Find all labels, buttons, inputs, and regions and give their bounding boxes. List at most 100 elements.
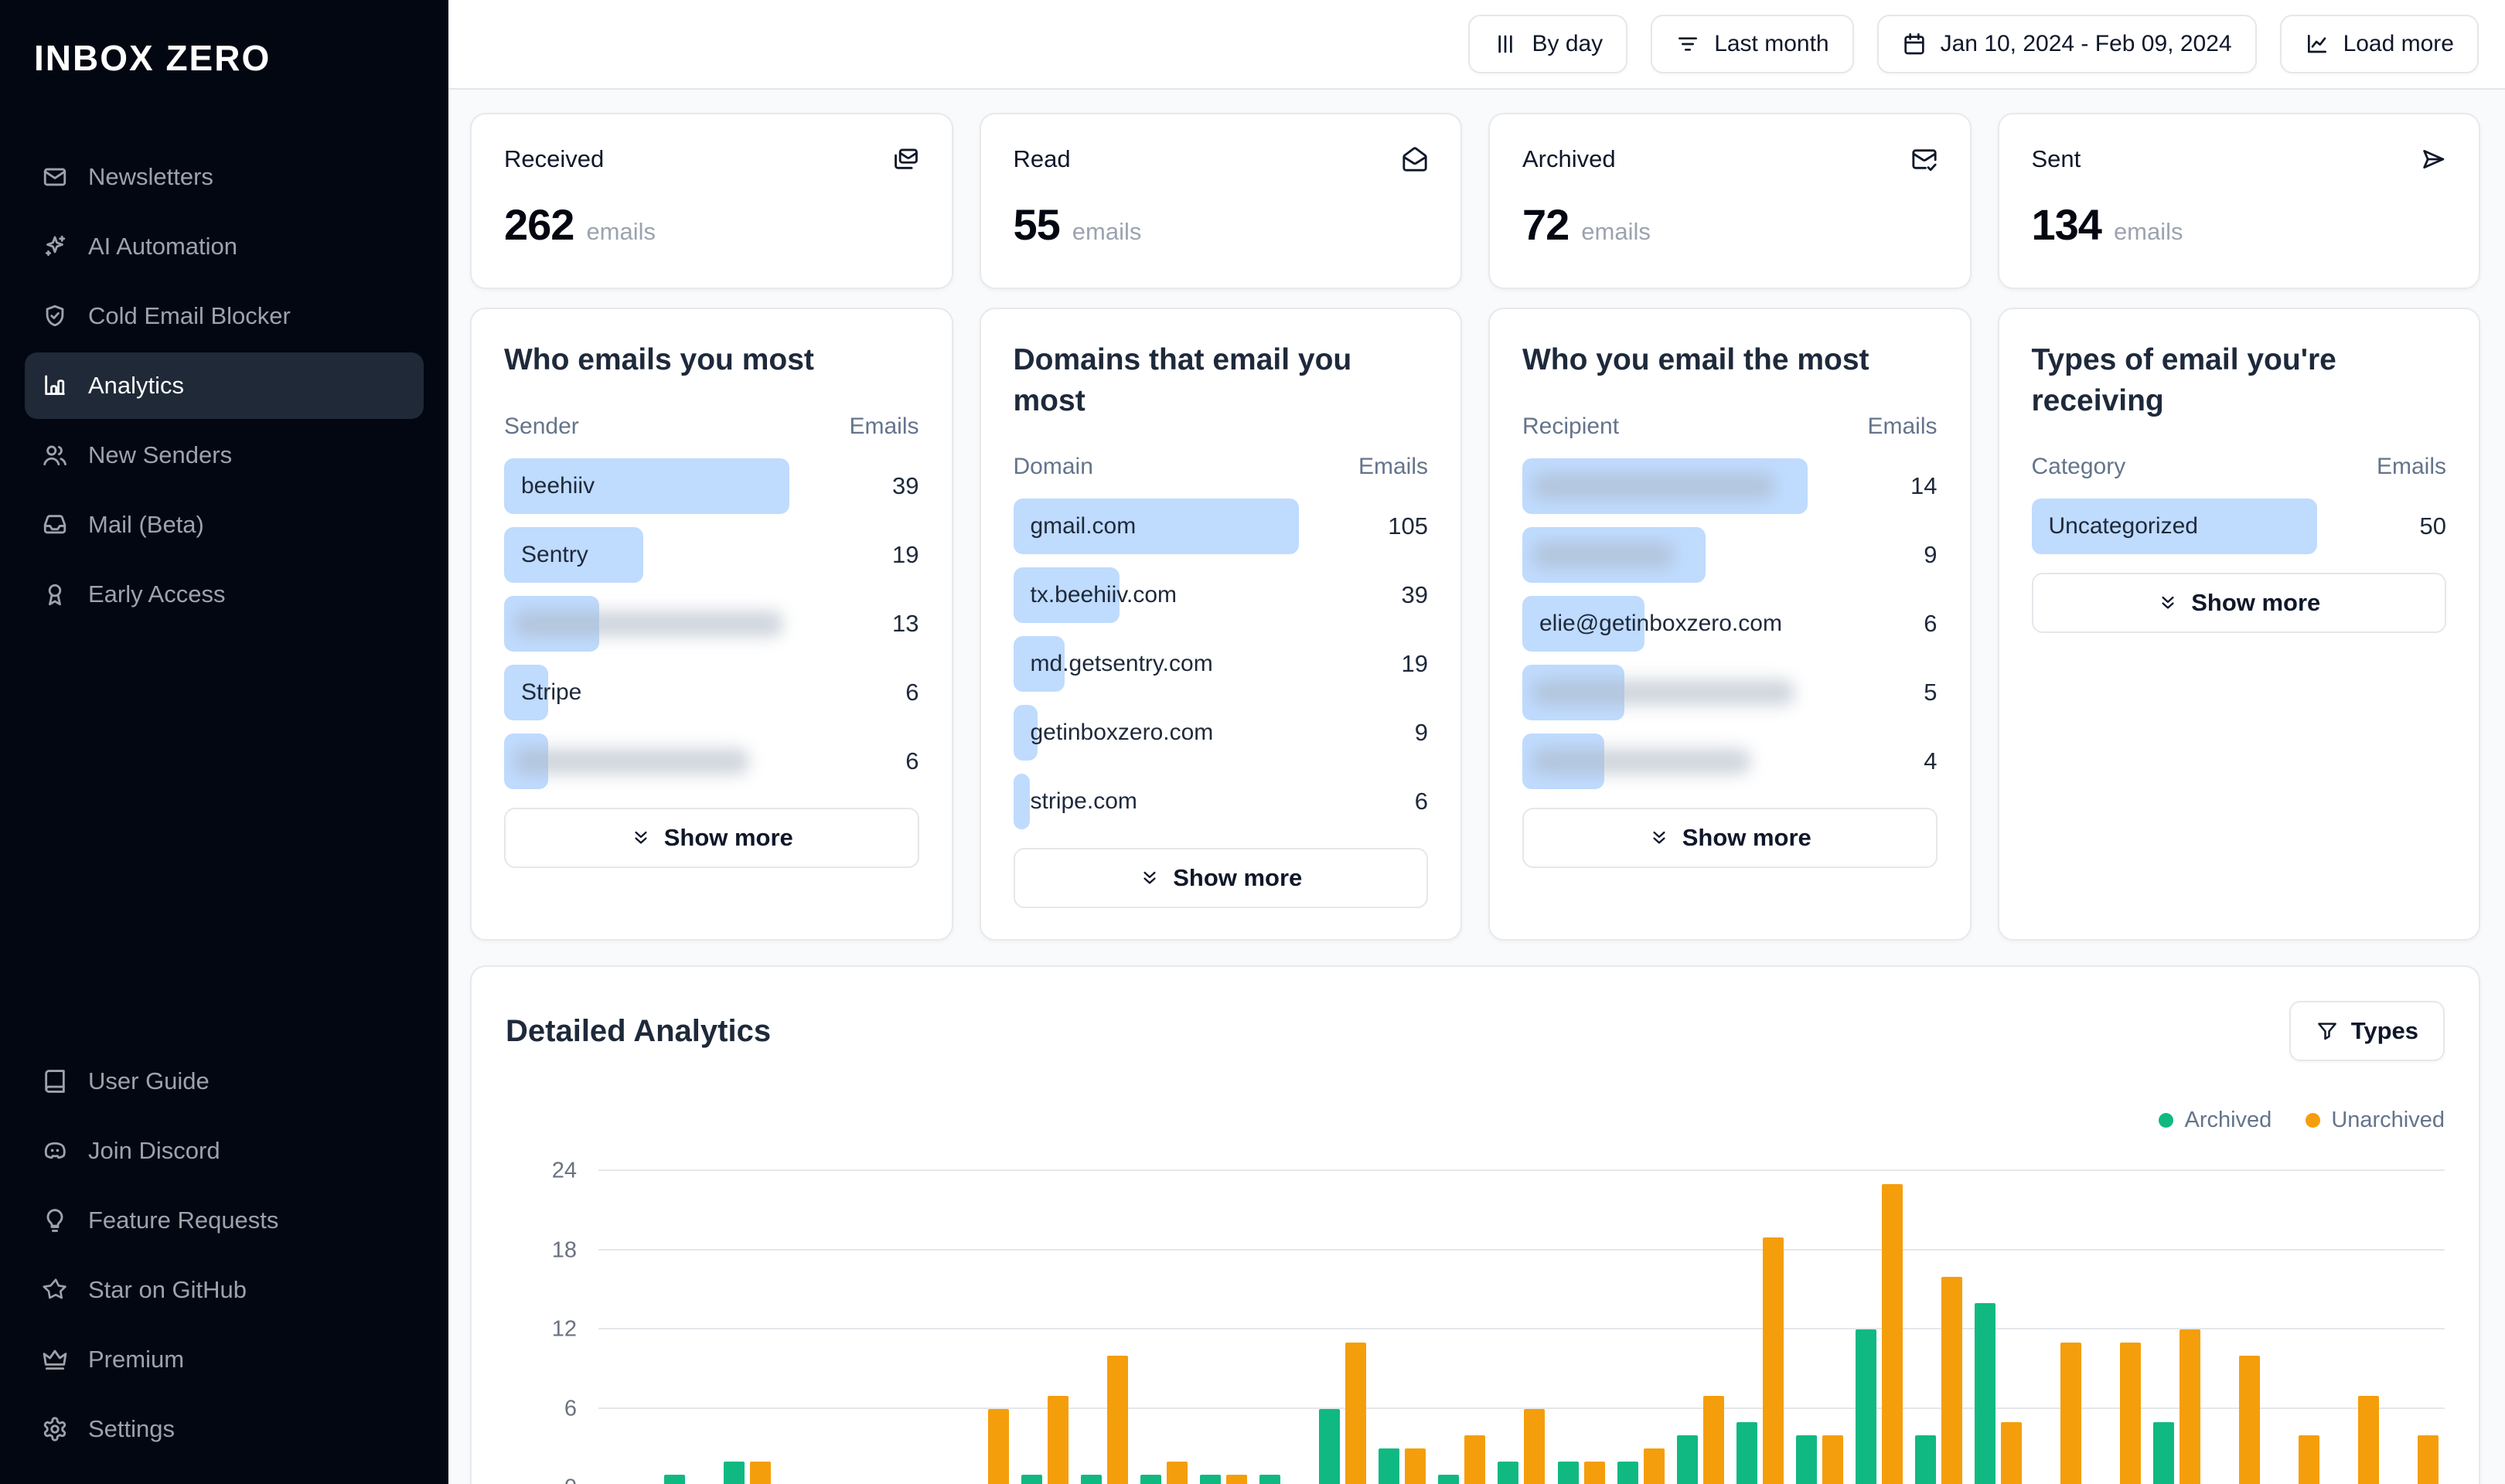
- sidebar-item-label: Analytics: [88, 372, 185, 399]
- chevrons-down-icon: [1653, 831, 1665, 844]
- sidebar-nav: Newsletters AI Automation Cold Email Block…: [25, 144, 424, 628]
- bar-archived: [1081, 1475, 1103, 1484]
- day-slot: [1194, 1171, 1253, 1484]
- y-axis-tick: 0: [564, 1475, 577, 1484]
- sidebar-item-analytics[interactable]: Analytics: [25, 352, 424, 419]
- row-value: 9: [1924, 540, 1938, 568]
- bar-archived: [1498, 1462, 1519, 1484]
- row-value: 5: [1924, 678, 1938, 706]
- day-slot: [896, 1171, 956, 1484]
- calendar-icon: [1903, 33, 1924, 55]
- sidebar-item-early-access[interactable]: Early Access: [25, 561, 424, 628]
- sidebar-footer-nav: User Guide Join Discord Feature Requests St…: [25, 1048, 424, 1462]
- sidebar-item-newsletters[interactable]: Newsletters: [25, 144, 424, 210]
- bar-unarchived: [1345, 1343, 1367, 1484]
- row-bar-track: Uncategorized: [2031, 499, 2368, 555]
- row-value: 6: [905, 747, 919, 774]
- legend-item-unarchived[interactable]: Unarchived: [2306, 1106, 2445, 1134]
- stat-card-header: Sent: [2032, 145, 2447, 173]
- stat-unit: emails: [1072, 218, 1142, 245]
- bar-archived: [1319, 1408, 1341, 1484]
- day-slot: [1134, 1171, 1194, 1484]
- bar-archived: [1557, 1462, 1579, 1484]
- day-slot: [658, 1171, 717, 1484]
- sidebar-item-new-senders[interactable]: New Senders: [25, 422, 424, 488]
- load-more-button[interactable]: Load more: [2279, 15, 2479, 73]
- stat-value: 55: [1013, 200, 1061, 249]
- row-bar-track: md.getsentry.com: [1013, 636, 1350, 693]
- sidebar-item-cold-email-blocker[interactable]: Cold Email Blocker: [25, 283, 424, 349]
- legend-dot-icon: [2159, 1112, 2174, 1128]
- bar-archived: [1259, 1475, 1281, 1484]
- show-more-button[interactable]: Show more: [2031, 573, 2446, 634]
- column-headers: Domain Emails: [1014, 454, 1429, 480]
- sidebar-item-settings[interactable]: Settings: [25, 1396, 424, 1462]
- sidebar-item-label: Settings: [88, 1415, 176, 1442]
- sidebar-item-feature-requests[interactable]: Feature Requests: [25, 1187, 424, 1254]
- last-month-button[interactable]: Last month: [1651, 15, 1854, 73]
- list-rows: 14 9 elie@getinboxzero.com 6 5 4: [1522, 458, 1938, 789]
- sidebar-item-ai-automation[interactable]: AI Automation: [25, 213, 424, 280]
- day-slot: [2088, 1171, 2147, 1484]
- day-slot: [2147, 1171, 2207, 1484]
- stat-card-received: Received 262 emails: [470, 113, 953, 289]
- card-domains-that-email-you-most: Domains that email you most Domain Emails g…: [979, 308, 1462, 941]
- sidebar-item-label: Star on GitHub: [88, 1276, 247, 1303]
- redacted-text-blur: [1532, 541, 1674, 568]
- bar-unarchived: [1822, 1435, 1843, 1484]
- show-more-button[interactable]: Show more: [1013, 848, 1428, 909]
- stat-value: 134: [2031, 200, 2102, 249]
- ribbon-icon: [48, 584, 62, 606]
- chevrons-down-icon: [1143, 872, 1156, 884]
- by-day-button[interactable]: By day: [1468, 15, 1628, 73]
- column-header-value: Emails: [2376, 454, 2446, 480]
- bar-unarchived: [2179, 1329, 2200, 1484]
- bar-archived: [1200, 1475, 1222, 1484]
- card-title: Domains that email you most: [1013, 343, 1352, 417]
- column-headers: Recipient Emails: [1522, 414, 1938, 440]
- bar-unarchived: [1226, 1475, 1248, 1484]
- chart-plot-area: [598, 1169, 2445, 1484]
- bar-chart-icon: [45, 375, 65, 396]
- bar-archived: [1140, 1475, 1162, 1484]
- card-title: Who you email the most: [1522, 343, 1869, 376]
- row-bar-track: Stripe: [504, 664, 840, 720]
- bar-archived: [1914, 1435, 1936, 1484]
- row-label: md.getsentry.com: [1030, 651, 1213, 677]
- show-more-button[interactable]: Show more: [1522, 807, 1938, 868]
- stat-unit: emails: [586, 218, 656, 245]
- card-types-of-email-you-re-receiving: Types of email you're receiving Category E…: [1997, 308, 2480, 941]
- sidebar-item-premium[interactable]: Premium: [25, 1326, 424, 1393]
- show-more-button[interactable]: Show more: [504, 807, 919, 868]
- sidebar-item-label: Premium: [88, 1346, 185, 1373]
- sidebar-item-mail-beta[interactable]: Mail (Beta): [25, 492, 424, 558]
- y-axis-tick: 18: [551, 1237, 577, 1263]
- shield-check-icon: [46, 305, 64, 327]
- sidebar-item-user-guide[interactable]: User Guide: [25, 1048, 424, 1115]
- list-row: Sentry 19: [504, 526, 919, 583]
- sidebar-item-star-on-github[interactable]: Star on GitHub: [25, 1257, 424, 1323]
- day-slot: [1432, 1171, 1491, 1484]
- day-slot: [2266, 1171, 2326, 1484]
- bars-container: [598, 1171, 2445, 1484]
- sidebar-item-label: Early Access: [88, 580, 226, 608]
- detailed-analytics-header: Detailed Analytics Types: [506, 1001, 2445, 1062]
- show-more-label: Show more: [1682, 823, 1811, 851]
- types-filter-button[interactable]: Types: [2289, 1001, 2445, 1062]
- sidebar-item-join-discord[interactable]: Join Discord: [25, 1118, 424, 1184]
- column-header-value: Emails: [1358, 454, 1428, 480]
- legend-item-archived[interactable]: Archived: [2159, 1106, 2272, 1134]
- y-axis-tick: 24: [551, 1158, 577, 1183]
- redacted-text-blur: [514, 610, 783, 637]
- card-who-emails-you-most: Who emails you most Sender Emails beehiiv 3…: [470, 308, 953, 941]
- row-bar-track: [504, 733, 840, 789]
- stat-label: Read: [1013, 145, 1071, 172]
- row-label: stripe.com: [1030, 788, 1137, 815]
- bar-unarchived: [1762, 1237, 1784, 1484]
- stat-card-value-row: 262 emails: [504, 199, 919, 250]
- bar-archived: [1379, 1448, 1400, 1484]
- day-slot: [2207, 1171, 2266, 1484]
- book-icon: [45, 1070, 65, 1093]
- jan-10-2024-feb-09-2024-button[interactable]: Jan 10, 2024 - Feb 09, 2024: [1876, 15, 2257, 73]
- bar-unarchived: [750, 1462, 772, 1484]
